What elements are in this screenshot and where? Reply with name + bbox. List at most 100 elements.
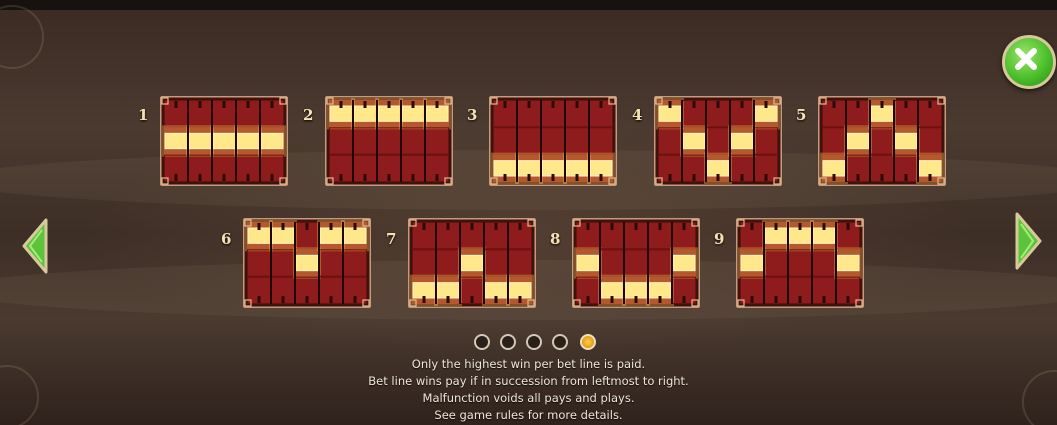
highlighted-cell bbox=[812, 227, 836, 244]
payline-grid bbox=[489, 96, 617, 186]
payline-number: 6 bbox=[221, 230, 232, 248]
highlighted-cell bbox=[508, 282, 532, 299]
highlighted-cell bbox=[319, 227, 343, 244]
payline-grid bbox=[160, 96, 288, 186]
highlighted-cell bbox=[730, 132, 754, 150]
reel-pin bbox=[411, 101, 415, 108]
next-page-button[interactable] bbox=[1014, 212, 1042, 274]
highlighted-cell bbox=[260, 132, 284, 150]
payline-grid bbox=[408, 218, 536, 308]
reel-pin bbox=[281, 296, 285, 303]
reel-pin bbox=[668, 101, 672, 108]
reel-pin bbox=[551, 174, 555, 181]
payline-number: 8 bbox=[550, 230, 561, 248]
reel-pin bbox=[610, 223, 614, 230]
reel-pin bbox=[740, 174, 744, 181]
highlighted-cell bbox=[329, 105, 353, 122]
reel-pin bbox=[503, 101, 507, 108]
payline-grid-svg bbox=[408, 218, 536, 308]
close-icon bbox=[1015, 48, 1037, 70]
highlighted-cell bbox=[576, 254, 600, 272]
highlighted-cell bbox=[493, 160, 517, 177]
reel-pin bbox=[503, 174, 507, 181]
highlighted-cell bbox=[894, 132, 918, 150]
reel-pin bbox=[470, 296, 474, 303]
highlighted-cell bbox=[541, 160, 565, 177]
highlighted-cell bbox=[271, 227, 295, 244]
payline-grid-svg bbox=[654, 96, 782, 186]
page-dot-3[interactable] bbox=[526, 334, 542, 350]
highlighted-cell bbox=[589, 160, 613, 177]
reel-pin bbox=[329, 296, 333, 303]
reel-pin bbox=[174, 101, 178, 108]
highlighted-cell bbox=[517, 160, 541, 177]
reel-pin bbox=[740, 101, 744, 108]
reel-pin bbox=[329, 223, 333, 230]
info-line: See game rules for more details. bbox=[434, 408, 623, 422]
prev-page-button[interactable] bbox=[22, 218, 48, 278]
highlighted-cell bbox=[658, 105, 682, 122]
reel-pin bbox=[527, 174, 531, 181]
highlighted-cell bbox=[740, 254, 764, 272]
highlighted-cell bbox=[401, 105, 425, 122]
highlighted-cell bbox=[565, 160, 589, 177]
reel-pin bbox=[339, 101, 343, 108]
page-dot-1[interactable] bbox=[474, 334, 490, 350]
reel-pin bbox=[832, 101, 836, 108]
highlighted-cell bbox=[846, 132, 870, 150]
highlighted-cell bbox=[822, 160, 846, 177]
reel-pin bbox=[822, 223, 826, 230]
reel-pin bbox=[832, 174, 836, 181]
reel-pin bbox=[610, 296, 614, 303]
reel-pin bbox=[750, 296, 754, 303]
reel-pin bbox=[551, 101, 555, 108]
highlighted-cell bbox=[754, 105, 778, 122]
reel-pin bbox=[856, 174, 860, 181]
reel-pin bbox=[339, 174, 343, 181]
reel-pin bbox=[692, 101, 696, 108]
highlighted-cell bbox=[648, 282, 672, 299]
reel-pin bbox=[222, 101, 226, 108]
reel-pin bbox=[634, 223, 638, 230]
highlighted-cell bbox=[236, 132, 260, 150]
reel-pin bbox=[846, 223, 850, 230]
reel-pin bbox=[682, 296, 686, 303]
close-button[interactable] bbox=[1002, 35, 1056, 89]
page-dot-4[interactable] bbox=[552, 334, 568, 350]
page-dot-5[interactable] bbox=[580, 334, 596, 350]
reel-pin bbox=[682, 223, 686, 230]
reel-pin bbox=[518, 296, 522, 303]
arrow-right-icon bbox=[1015, 212, 1042, 270]
highlighted-cell bbox=[764, 227, 788, 244]
reel-pin bbox=[716, 101, 720, 108]
reel-pin bbox=[387, 101, 391, 108]
reel-pin bbox=[658, 223, 662, 230]
reel-pin bbox=[599, 174, 603, 181]
page-dot-2[interactable] bbox=[500, 334, 516, 350]
reel-pin bbox=[494, 296, 498, 303]
reel-pin bbox=[435, 101, 439, 108]
reel-pin bbox=[634, 296, 638, 303]
highlighted-cell bbox=[247, 227, 271, 244]
payline-number: 7 bbox=[386, 230, 397, 248]
reel-pin bbox=[928, 101, 932, 108]
reel-pin bbox=[880, 101, 884, 108]
reel-pin bbox=[174, 174, 178, 181]
highlighted-cell bbox=[870, 105, 894, 122]
reel-pin bbox=[527, 101, 531, 108]
payline-number: 2 bbox=[303, 106, 314, 124]
payline-grid bbox=[572, 218, 700, 308]
reel-pin bbox=[586, 296, 590, 303]
reel-pin bbox=[363, 174, 367, 181]
reel-pin bbox=[363, 101, 367, 108]
payline-grid bbox=[736, 218, 864, 308]
reel-pin bbox=[257, 296, 261, 303]
payline-number: 5 bbox=[796, 106, 807, 124]
top-bar bbox=[0, 0, 1057, 10]
reel-pin bbox=[774, 296, 778, 303]
reel-pin bbox=[257, 223, 261, 230]
highlighted-cell bbox=[600, 282, 624, 299]
arrow-left-icon bbox=[22, 218, 48, 274]
payline-grid-svg bbox=[325, 96, 453, 186]
corner-ornament bbox=[0, 365, 39, 425]
